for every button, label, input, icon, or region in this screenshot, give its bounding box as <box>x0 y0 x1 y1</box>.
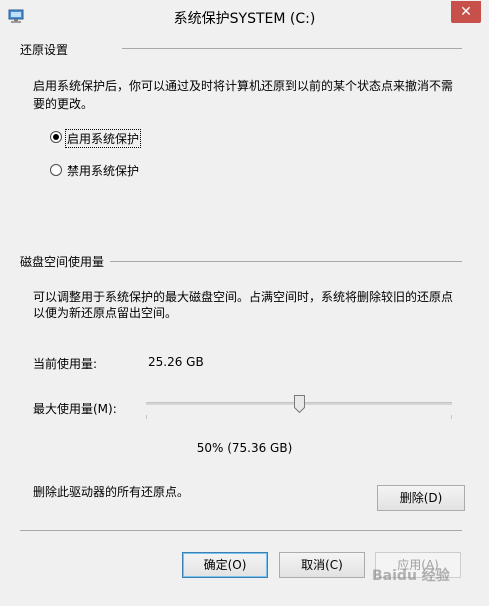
watermark-text: Baidu 经验 <box>372 568 450 584</box>
radio-selected-dot <box>53 134 59 140</box>
title-bar: 系统保护SYSTEM (C:) ✕ <box>0 0 489 34</box>
close-button[interactable]: ✕ <box>451 1 481 23</box>
dialog-content: 还原设置 启用系统保护后，你可以通过及时将计算机还原到以前的某个状态点来撤消不需… <box>0 34 489 606</box>
delete-description: 删除此驱动器的所有还原点。 <box>33 485 190 499</box>
restore-settings-divider <box>122 48 462 49</box>
close-icon: ✕ <box>460 4 472 20</box>
slider-thumb[interactable] <box>293 395 305 413</box>
delete-restore-points-button[interactable]: 删除(D) <box>377 485 465 511</box>
enable-protection-radio[interactable] <box>50 131 62 143</box>
restore-settings-description-2: 要的更改。 <box>33 97 94 111</box>
max-usage-value: 50% (75.36 GB) <box>196 441 293 455</box>
system-protection-dialog: 系统保护SYSTEM (C:) ✕ 还原设置 启用系统保护后，你可以通过及时将计… <box>0 0 489 606</box>
max-usage-label: 最大使用量(M): <box>33 402 117 416</box>
window-title: 系统保护SYSTEM (C:) <box>173 11 316 27</box>
disable-protection-radio[interactable] <box>50 164 62 176</box>
current-usage-label: 当前使用量: <box>33 357 98 371</box>
ok-button[interactable]: 确定(O) <box>182 552 268 578</box>
disk-usage-title: 磁盘空间使用量 <box>20 255 105 269</box>
footer-divider <box>20 530 462 531</box>
disk-usage-description-2: 以便为新还原点留出空间。 <box>33 306 178 320</box>
slider-tick <box>146 415 147 419</box>
enable-protection-label[interactable]: 启用系统保护 <box>65 129 142 148</box>
disk-usage-divider <box>110 261 462 262</box>
restore-settings-title: 还原设置 <box>20 43 69 57</box>
disable-protection-label[interactable]: 禁用系统保护 <box>67 162 139 179</box>
cancel-button[interactable]: 取消(C) <box>279 552 365 578</box>
restore-settings-description-1: 启用系统保护后，你可以通过及时将计算机还原到以前的某个状态点来撤消不需 <box>33 79 454 93</box>
current-usage-value: 25.26 GB <box>148 355 204 369</box>
slider-tick <box>451 415 452 419</box>
